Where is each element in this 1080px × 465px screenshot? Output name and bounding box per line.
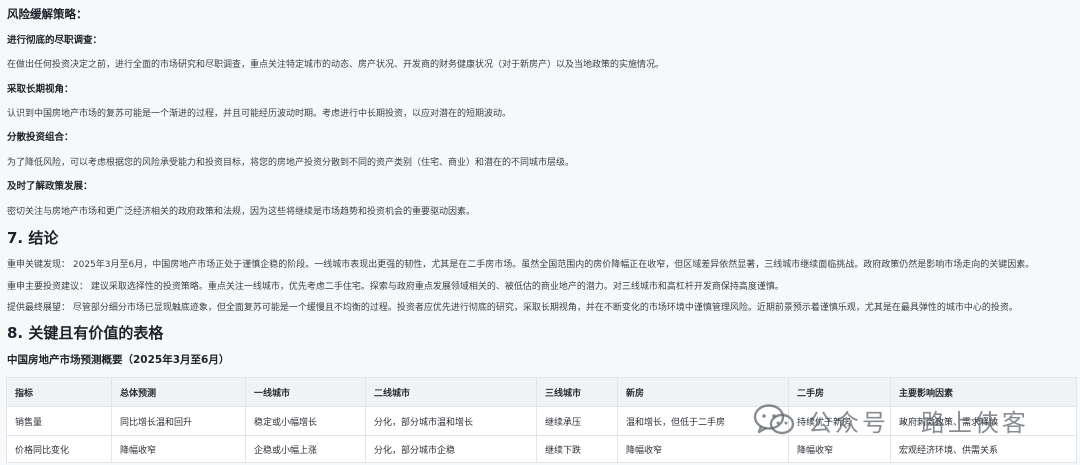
conclusion-heading: 7. 结论 <box>7 229 59 247</box>
column-header: 指标 <box>6 377 112 407</box>
column-header: 一线城市 <box>245 377 366 407</box>
strategy-item-text: 在做出任何投资决定之前，进行全面的市场研究和尽职调查，重点关注特定城市的动态、房… <box>7 60 665 70</box>
table-cell: 继续承压 <box>536 406 618 436</box>
conclusion-paragraph: 提供最终展望： 尽管部分细分市场已显现触底迹象，但全面复苏可能是一个缓慢且不均衡… <box>7 303 1018 313</box>
table-cell: 稳定或小幅增长 <box>245 406 366 436</box>
table-cell: 同比增长温和回升 <box>111 406 246 436</box>
column-header: 三线城市 <box>536 377 618 407</box>
strategy-item-text: 密切关注与房地产市场和更广泛经济相关的政府政策和法规，因为这些将继续是市场趋势和… <box>7 207 476 217</box>
strategy-heading: 风险缓解策略： <box>7 7 88 21</box>
strategy-item-text: 认识到中国房地产市场的复苏可能是一个渐进的过程，并且可能经历波动时期。考虑进行中… <box>7 109 512 119</box>
conclusion-paragraph: 重申主要投资建议： 建议采取选择性的投资策略。重点关注一线城市，优先考虑二手住宅… <box>7 282 784 292</box>
strategy-item-title: 及时了解政策发展： <box>7 181 93 192</box>
table-cell: 继续下跌 <box>536 435 618 463</box>
table-cell: 分化，部分城市企稳 <box>365 435 537 463</box>
table-cell: 企稳或小幅上涨 <box>245 435 366 463</box>
strategy-item-title: 采取长期视角： <box>7 84 74 95</box>
watermark-text: 公众号 · 路上侠客 <box>808 408 1029 437</box>
table-title: 中国房地产市场预测概要（2025年3月至6月） <box>7 354 230 366</box>
document-page: 风险缓解策略： 进行彻底的尽职调查： 在做出任何投资决定之前，进行全面的市场研究… <box>0 0 1080 465</box>
column-header: 二线城市 <box>365 377 537 407</box>
conclusion-paragraph: 重申关键发现： 2025年3月至6月，中国房地产市场正处于谨慎企稳的阶段。一线城… <box>7 260 1035 270</box>
table-section-heading: 8. 关键且有价值的表格 <box>7 324 164 342</box>
strategy-item-title: 进行彻底的尽职调查： <box>7 35 103 46</box>
column-header: 总体预测 <box>111 377 246 407</box>
wechat-icon <box>753 404 795 435</box>
table-cell: 销售量 <box>6 406 112 436</box>
strategy-item-text: 为了降低风险，可以考虑根据您的风险承受能力和投资目标，将您的房地产投资分散到不同… <box>7 158 575 168</box>
watermark: 公众号 · 路上侠客 <box>752 400 1078 440</box>
strategy-item-title: 分散投资组合： <box>7 132 74 143</box>
table-cell: 降幅收窄 <box>111 435 246 463</box>
table-cell: 分化，部分城市温和增长 <box>365 406 537 436</box>
table-cell: 价格同比变化 <box>6 435 112 463</box>
